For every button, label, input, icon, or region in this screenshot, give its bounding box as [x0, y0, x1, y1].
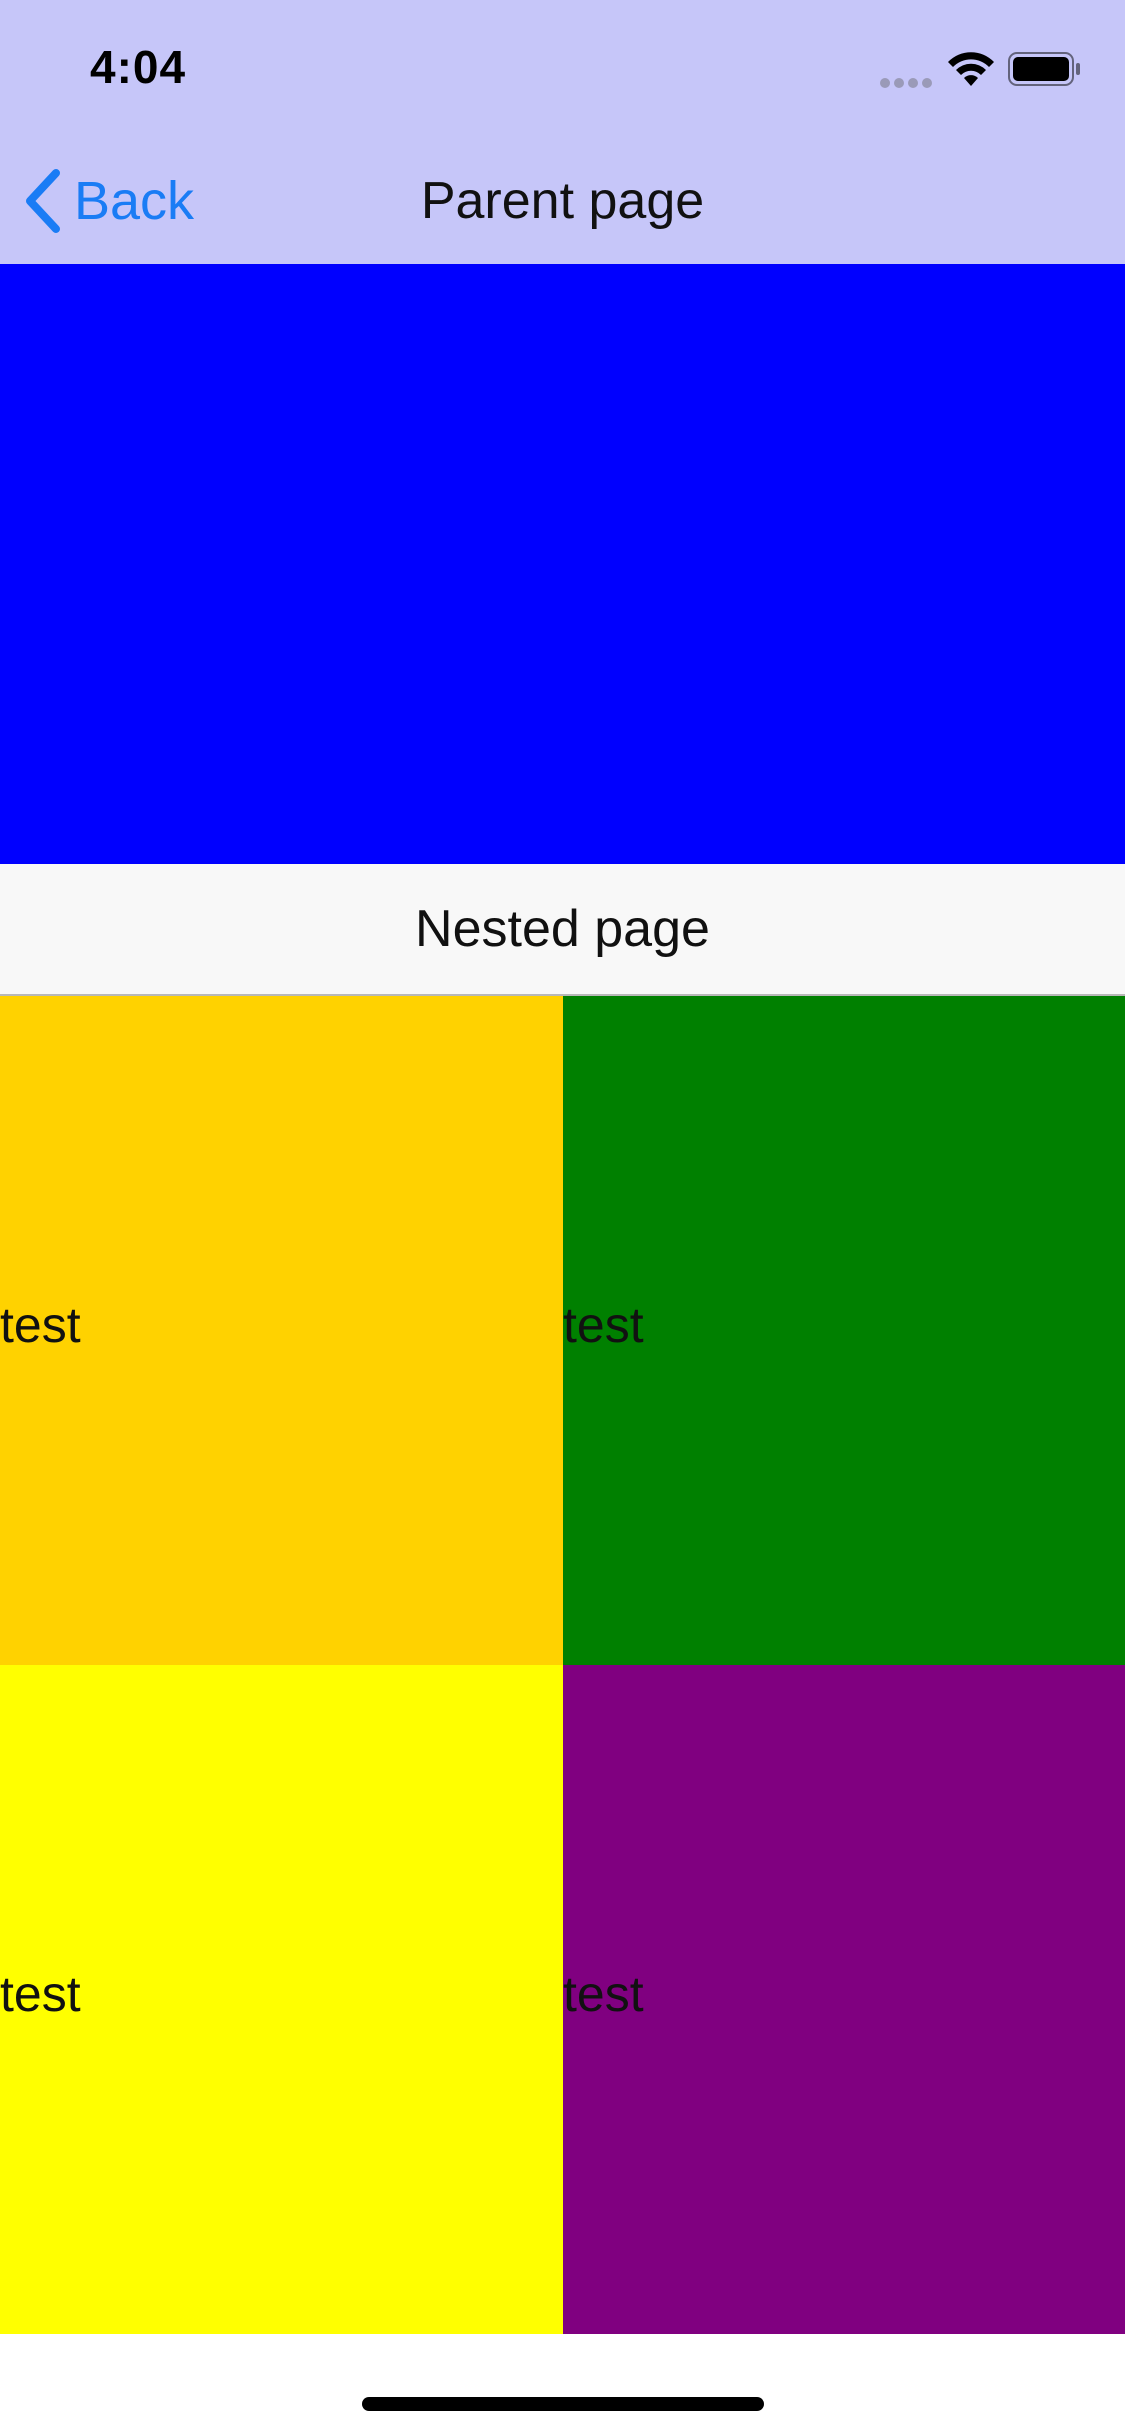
back-button-label: Back — [74, 171, 195, 231]
grid-cell-yellow: test — [0, 1665, 563, 2334]
cell-label: test — [0, 1966, 81, 2022]
color-grid: test test test test — [0, 996, 1125, 2334]
battery-icon — [1008, 52, 1080, 86]
nested-page-header: Nested page — [0, 864, 1125, 996]
status-time: 4:04 — [90, 41, 187, 93]
signal-dots-icon — [880, 75, 936, 88]
phone-screen: 4:04 Parent page Back Nested page test t… — [0, 0, 1125, 2436]
cell-label: test — [563, 1297, 644, 1353]
grid-cell-purple: test — [563, 1665, 1125, 2334]
cell-label: test — [0, 1297, 81, 1353]
cell-label: test — [563, 1966, 644, 2022]
blue-panel — [0, 264, 1125, 864]
grid-cell-orange: test — [0, 996, 563, 1665]
nested-page-title: Nested page — [415, 900, 710, 958]
back-button[interactable]: Back — [24, 166, 194, 236]
top-bar: 4:04 Parent page Back — [0, 0, 1125, 264]
home-indicator[interactable] — [362, 2397, 764, 2411]
grid-cell-green: test — [563, 996, 1125, 1665]
wifi-icon — [948, 52, 994, 86]
chevron-left-icon — [26, 169, 60, 233]
